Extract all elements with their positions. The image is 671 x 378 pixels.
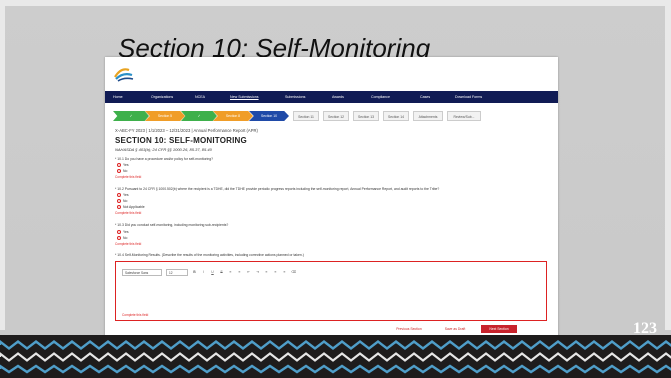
strikethrough-button[interactable]: S (219, 270, 224, 274)
editor-error-message: Complete this field (122, 313, 149, 317)
radio-button[interactable] (117, 169, 121, 174)
nav-download-forms[interactable]: Download Forms (455, 95, 482, 99)
decorative-zigzag-border (0, 335, 671, 378)
bullet-list-button[interactable]: ≡ (228, 270, 233, 274)
step-section-5[interactable]: Section 5 (145, 111, 185, 121)
previous-section-button[interactable]: Previous Section (387, 325, 431, 333)
q3-option-no[interactable]: No (117, 236, 128, 241)
radio-button[interactable] (117, 163, 121, 168)
q2-option-not-applicable[interactable]: Not Applicable (117, 205, 145, 210)
step-section-14[interactable]: Section 14 (383, 111, 409, 121)
save-as-draft-button[interactable]: Save as Draft (437, 325, 473, 333)
clear-format-button[interactable]: ⌫ (291, 270, 296, 274)
q3-error-message: Complete this field (115, 242, 142, 246)
regulation-citation: NAHASDA § 403(b); 24 CFR §§ 1000.26, 85.… (115, 147, 212, 152)
italic-button[interactable]: I (201, 270, 206, 274)
next-section-button[interactable]: Next Section (481, 325, 517, 333)
rich-text-editor[interactable]: Salesforce Sans 12 B I U S ≡ ≡ ⇤ ⇥ ≡ ≡ ≡… (115, 261, 547, 321)
align-right-button[interactable]: ≡ (282, 270, 287, 274)
question-10-1: * 10.1 Do you have a procedure and/or po… (115, 157, 214, 161)
step-completed[interactable]: ✓ (113, 111, 149, 121)
slide-frame-top (0, 0, 671, 6)
step-review-submit[interactable]: Review/Sub... (447, 111, 481, 121)
bold-button[interactable]: B (192, 270, 197, 274)
question-10-4: * 10.4 Self-Monitoring Results. (Describ… (115, 253, 304, 257)
nav-submissions[interactable]: Submissions (285, 95, 305, 99)
outdent-button[interactable]: ⇤ (246, 270, 251, 274)
nav-new-submissions[interactable]: New Submissions (230, 95, 259, 99)
nav-compliance[interactable]: Compliance (371, 95, 390, 99)
step-section-13[interactable]: Section 13 (353, 111, 379, 121)
q1-option-no[interactable]: No (117, 169, 128, 174)
align-center-button[interactable]: ≡ (273, 270, 278, 274)
q2-option-no[interactable]: No (117, 199, 128, 204)
step-completed[interactable]: ✓ (181, 111, 217, 121)
radio-button[interactable] (117, 193, 121, 198)
slide-frame-right (665, 0, 671, 330)
q3-option-yes[interactable]: Yes (117, 230, 129, 235)
header-bar (105, 57, 558, 90)
option-label: No (123, 236, 128, 240)
nav-cases[interactable]: Cases (420, 95, 430, 99)
numbered-list-button[interactable]: ≡ (237, 270, 242, 274)
nav-awards[interactable]: Awards (332, 95, 344, 99)
font-family-select[interactable]: Salesforce Sans (122, 268, 162, 276)
option-label: Yes (123, 163, 129, 167)
nav-organizations[interactable]: Organizations (151, 95, 173, 99)
section-heading: SECTION 10: SELF-MONITORING (115, 136, 247, 145)
q2-option-yes[interactable]: Yes (117, 193, 129, 198)
step-section-10[interactable]: Section 10 (249, 111, 289, 121)
editor-toolbar: Salesforce Sans 12 B I U S ≡ ≡ ⇤ ⇥ ≡ ≡ ≡… (122, 268, 296, 276)
step-section-12[interactable]: Section 12 (323, 111, 349, 121)
radio-button[interactable] (117, 236, 121, 241)
top-navigation: Home Organizations NCEA New Submissions … (105, 91, 558, 103)
q1-error-message: Complete this field (115, 175, 142, 179)
zigzag-pattern-icon (0, 339, 671, 374)
indent-button[interactable]: ⇥ (255, 270, 260, 274)
step-section-11[interactable]: Section 11 (293, 111, 319, 121)
question-10-3: * 10.3 Did you conduct self-monitoring, … (115, 223, 229, 227)
logo-icon (114, 68, 134, 82)
option-label: Not Applicable (123, 205, 145, 209)
underline-button[interactable]: U (210, 270, 215, 274)
step-section-8[interactable]: Section 8 (213, 111, 253, 121)
q2-error-message: Complete this field (115, 211, 142, 215)
radio-button[interactable] (117, 230, 121, 235)
option-label: Yes (123, 230, 129, 234)
question-10-2: * 10.2 Pursuant to 24 CFR § 1000.502(b) … (115, 187, 440, 191)
align-left-button[interactable]: ≡ (264, 270, 269, 274)
nav-home[interactable]: Home (113, 95, 123, 99)
slide-frame-left (0, 0, 5, 330)
q1-option-yes[interactable]: Yes (117, 163, 129, 168)
option-label: Yes (123, 193, 129, 197)
step-attachments[interactable]: Attachments (413, 111, 443, 121)
report-title: X-ABC-FY 2023 | 1/1/2023 – 12/31/2023 | … (115, 128, 258, 133)
radio-button[interactable] (117, 199, 121, 204)
font-size-select[interactable]: 12 (166, 268, 188, 276)
nav-ncea[interactable]: NCEA (195, 95, 205, 99)
section-progress-steps: ✓ Section 5 ✓ Section 8 Section 10 Secti… (113, 111, 553, 121)
radio-button[interactable] (117, 205, 121, 210)
option-label: No (123, 169, 128, 173)
option-label: No (123, 199, 128, 203)
embedded-screenshot: Home Organizations NCEA New Submissions … (105, 57, 558, 338)
